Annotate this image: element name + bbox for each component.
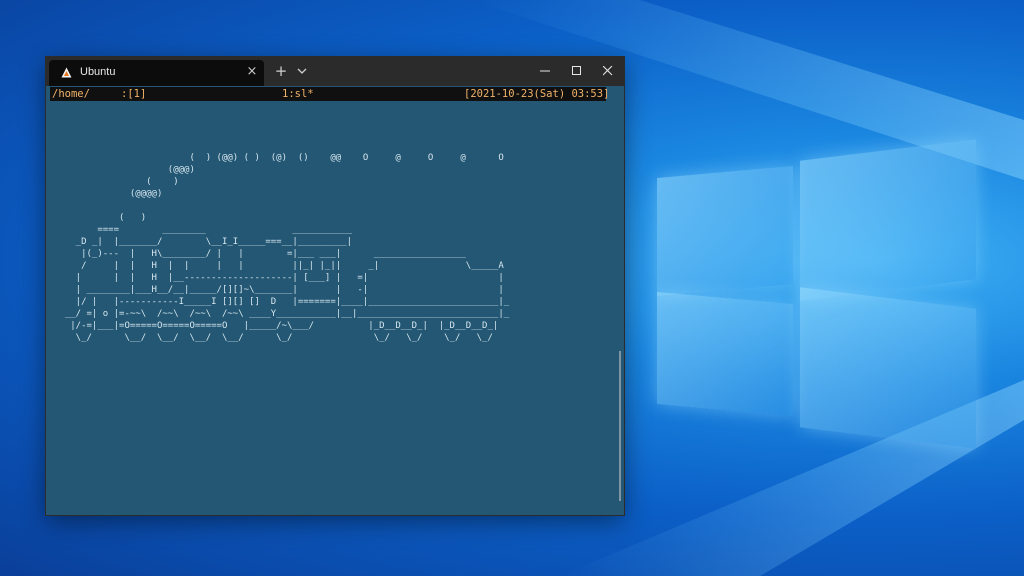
status-window-name: 1:sl* (282, 88, 314, 100)
maximize-icon[interactable] (561, 57, 593, 85)
minimize-icon[interactable] (529, 57, 561, 85)
title-bar[interactable]: Ubuntu × + (46, 57, 624, 86)
close-icon[interactable]: × (245, 64, 259, 80)
ascii-art-line: | ________|___H__/__|_____/[][]~\_______… (54, 285, 504, 295)
ascii-art-line: ==== ________ ___________ (54, 225, 353, 235)
ascii-art-line: (@@@) (54, 165, 195, 175)
scrollbar[interactable] (619, 351, 621, 501)
ubuntu-icon (61, 67, 72, 78)
ascii-art-line: ( ) (54, 177, 179, 187)
ascii-art-line: / | | H | | | | ||_| |_|| _| \_____A (54, 261, 504, 271)
ascii-art-line (54, 200, 509, 212)
ascii-art-line: |/ | |-----------I_____I [][] [] D |====… (54, 297, 510, 307)
ascii-art-line: | | | H |__--------------------| [___] |… (54, 273, 504, 283)
ascii-art-line: ( ) (54, 213, 147, 223)
status-window-index: :[1] (121, 88, 147, 100)
status-datetime: [2021-10-23(Sat) 03:53] (464, 88, 610, 100)
ascii-art-line: (@@@@) (54, 189, 163, 199)
ascii-art-line: \_/ \__/ \__/ \__/ \__/ \_/ \_/ \_/ \_/ … (54, 333, 493, 343)
ascii-art-line: _D _| |_______/ \__I_I_____===__|_______… (54, 237, 353, 247)
terminal-console[interactable]: /home/ :[1] 1:sl* [2021-10-23(Sat) 03:53… (46, 86, 624, 515)
window-close-icon[interactable] (592, 57, 624, 85)
status-path: /home/ (52, 88, 90, 100)
tab-title: Ubuntu (80, 66, 116, 78)
ascii-art-line: |/-=|___|=O=====O=====O=====O |_____/~\_… (54, 321, 499, 331)
ascii-art-line: __/ =| o |=-~~\ /~~\ /~~\ /~~\ ____Y____… (54, 309, 510, 319)
chevron-down-icon[interactable] (294, 62, 310, 80)
tab-ubuntu[interactable]: Ubuntu × (49, 60, 264, 86)
sl-train-ascii-art: ( ) (@@) ( ) (@) () @@ O @ O @ O (@@@) (… (54, 152, 509, 344)
ascii-art-line: |(_)--- | H\________/ | | =|___ ___| ___… (54, 249, 466, 259)
ascii-art-line: ( ) (@@) ( ) (@) () @@ O @ O @ O (54, 153, 504, 163)
terminal-window[interactable]: Ubuntu × + /home/ :[1] 1:sl* [2021-10-23… (45, 56, 625, 516)
tmux-status-bar: /home/ :[1] 1:sl* [2021-10-23(Sat) 03:53… (50, 87, 610, 101)
new-tab-icon[interactable]: + (270, 61, 292, 81)
